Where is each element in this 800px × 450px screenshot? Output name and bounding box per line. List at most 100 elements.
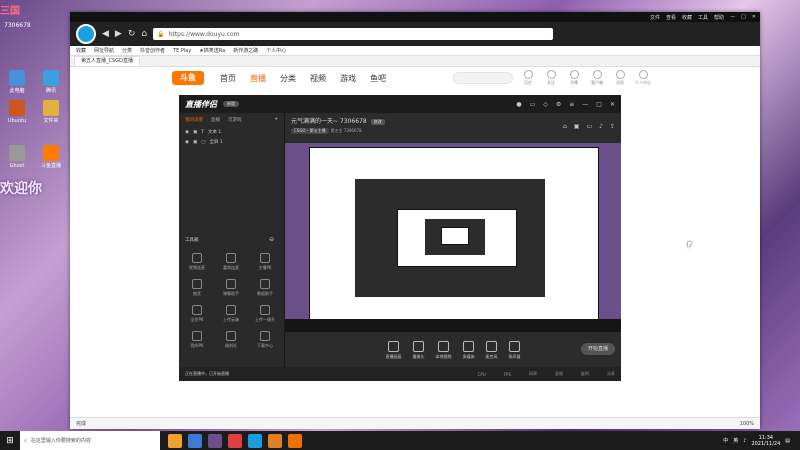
douyu-search-input[interactable] [453, 72, 513, 84]
douyu-logo[interactable]: 斗鱼 [172, 71, 204, 85]
tool-button[interactable]: 抽奖 [183, 279, 211, 297]
app-minimize-icon[interactable]: — [582, 101, 588, 108]
collapse-tools-icon[interactable]: ⊖ [269, 236, 274, 243]
menu-favorites[interactable]: 收藏 [682, 14, 692, 21]
minimize-icon[interactable]: — [730, 14, 735, 20]
app-version-badge[interactable]: 新版 [223, 101, 239, 107]
skin-icon[interactable]: ◇ [543, 101, 548, 108]
taskbar-app-icon[interactable] [168, 433, 182, 448]
tab-live[interactable]: 直播 [211, 117, 220, 123]
avatar[interactable]: ● [516, 101, 521, 108]
profile-button[interactable]: 个人中心 [635, 70, 651, 86]
message-icon[interactable]: ▭ [530, 101, 536, 108]
follow-button[interactable]: 关注 [543, 70, 559, 86]
tool-button[interactable]: 上传一键开 [251, 305, 279, 323]
zoom-level[interactable]: 100% [740, 421, 754, 427]
taskbar-app-icon[interactable] [208, 433, 222, 448]
back-icon[interactable]: ◀ [102, 29, 109, 39]
stat-share[interactable]: 分享 [607, 371, 615, 377]
tool-button[interactable]: 全民PK [183, 305, 211, 323]
start-button[interactable]: ⊞ [0, 431, 20, 450]
nav-yuba[interactable]: 鱼吧 [370, 73, 386, 84]
tab-douyu[interactable]: 第五人直播_CSGO直播 [74, 56, 140, 66]
menu-file[interactable]: 文件 [650, 14, 660, 21]
menu-icon[interactable]: ≡ [569, 101, 574, 108]
messages-button[interactable]: 消息 [612, 70, 628, 86]
record-icon[interactable]: ⌂ [563, 123, 567, 130]
desktop-icon[interactable]: Ghost [2, 145, 32, 169]
microphone-button[interactable]: 麦克风 [486, 341, 498, 360]
bookmark-item[interactable]: TE Play [173, 48, 191, 54]
taskbar-search[interactable]: ⌕ 在这里输入你要搜索的内容 [20, 431, 160, 450]
desktop-icon[interactable]: 此电脑 [2, 70, 32, 94]
bookmark-item[interactable]: 新作游之路 [233, 47, 258, 54]
taskbar-app-icon[interactable] [228, 433, 242, 448]
tool-button[interactable]: 弹幕助手 [217, 279, 245, 297]
local-video-button[interactable]: 本地视频 [436, 341, 452, 360]
nav-games[interactable]: 游戏 [340, 73, 356, 84]
tool-button[interactable]: 嘉宾连麦 [217, 253, 245, 271]
settings-icon[interactable]: ⚙ [556, 101, 561, 108]
source-item[interactable]: ◉ ▣ T 文本 1 [179, 127, 284, 137]
maximize-icon[interactable]: □ [741, 14, 746, 20]
bookmark-item[interactable]: 分类 [122, 47, 132, 54]
speaker-button[interactable]: 扬声器 [509, 341, 521, 360]
tab-games[interactable]: 可游戏 [228, 117, 242, 123]
clock[interactable]: 11:34 2021/11/24 [751, 435, 780, 447]
tab-my-scenes[interactable]: 我的场景 [185, 117, 203, 123]
live-preview[interactable] [285, 143, 621, 332]
desktop-icon[interactable]: Ubuntu [2, 100, 32, 124]
tool-button[interactable]: 我的PK [183, 331, 211, 349]
notification-icon[interactable]: ▤ [785, 438, 790, 444]
home-icon[interactable]: ⌂ [141, 29, 147, 39]
close-icon[interactable]: ✕ [752, 14, 756, 20]
ime-indicator[interactable]: 中 [723, 437, 728, 444]
share-icon[interactable]: ⇪ [610, 123, 615, 130]
bookmark-item[interactable]: 收藏 [76, 47, 86, 54]
broadcast-button[interactable]: 开播 [566, 70, 582, 86]
media-button[interactable]: 多媒体 [463, 341, 475, 360]
menu-view[interactable]: 查看 [666, 14, 676, 21]
app-close-icon[interactable]: ✕ [610, 101, 615, 108]
client-button[interactable]: 客户端 [589, 70, 605, 86]
app-maximize-icon[interactable]: □ [596, 101, 602, 108]
history-button[interactable]: 历史 [520, 70, 536, 86]
taskbar-app-icon[interactable] [188, 433, 202, 448]
lock-icon[interactable]: ▣ [193, 130, 197, 135]
eye-icon[interactable]: ◉ [185, 140, 189, 145]
menu-help[interactable]: 帮助 [714, 14, 724, 21]
taskbar-app-icon[interactable] [248, 433, 262, 448]
bookmark-item[interactable]: ★搞笑送Ra [199, 47, 225, 54]
add-scene-icon[interactable]: + [274, 117, 278, 123]
bookmark-item[interactable]: 抖音创作者 [140, 47, 165, 54]
tool-button[interactable]: 数据助手 [251, 279, 279, 297]
tool-button[interactable]: 视频连麦 [183, 253, 211, 271]
nav-live[interactable]: 直播 [250, 73, 266, 84]
lock-scene-icon[interactable]: ▣ [574, 123, 580, 130]
nav-category[interactable]: 分类 [280, 73, 296, 84]
room-category[interactable]: CSGO - 第五主播 [291, 128, 329, 134]
tool-button[interactable]: 下载中心 [251, 331, 279, 349]
taskbar-app-icon[interactable] [288, 433, 302, 448]
desktop-icon[interactable]: 斗鱼直播 [36, 145, 66, 169]
forward-icon[interactable]: ▶ [115, 29, 122, 39]
start-live-button[interactable]: 开始直播 [581, 343, 615, 355]
nav-home[interactable]: 首页 [220, 73, 236, 84]
tool-button[interactable]: 上传云端 [217, 305, 245, 323]
bookmark-item[interactable]: 网址导航 [94, 47, 114, 54]
crop-icon[interactable]: ▭ [586, 123, 592, 130]
eye-icon[interactable]: ◉ [185, 130, 189, 135]
tool-button[interactable]: 福利社 [217, 331, 245, 349]
volume-icon[interactable]: ♪ [743, 438, 746, 444]
lock-icon[interactable]: ▣ [193, 140, 197, 145]
bell-icon[interactable]: ♪ [599, 123, 603, 130]
camera-button[interactable]: 摄像头 [413, 341, 425, 360]
bookmark-item[interactable]: 个人中心 [266, 47, 286, 54]
desktop-icon[interactable]: 腾讯 [36, 70, 66, 94]
address-bar[interactable]: 🔒 https://www.douyu.com [153, 28, 554, 40]
edit-room-button[interactable]: 修改 [370, 119, 385, 125]
scene-action-button[interactable]: 直播画面 [386, 341, 402, 360]
tool-button[interactable]: 主播PK [251, 253, 279, 271]
refresh-icon[interactable]: ↻ [128, 29, 136, 39]
taskbar-app-icon[interactable] [268, 433, 282, 448]
